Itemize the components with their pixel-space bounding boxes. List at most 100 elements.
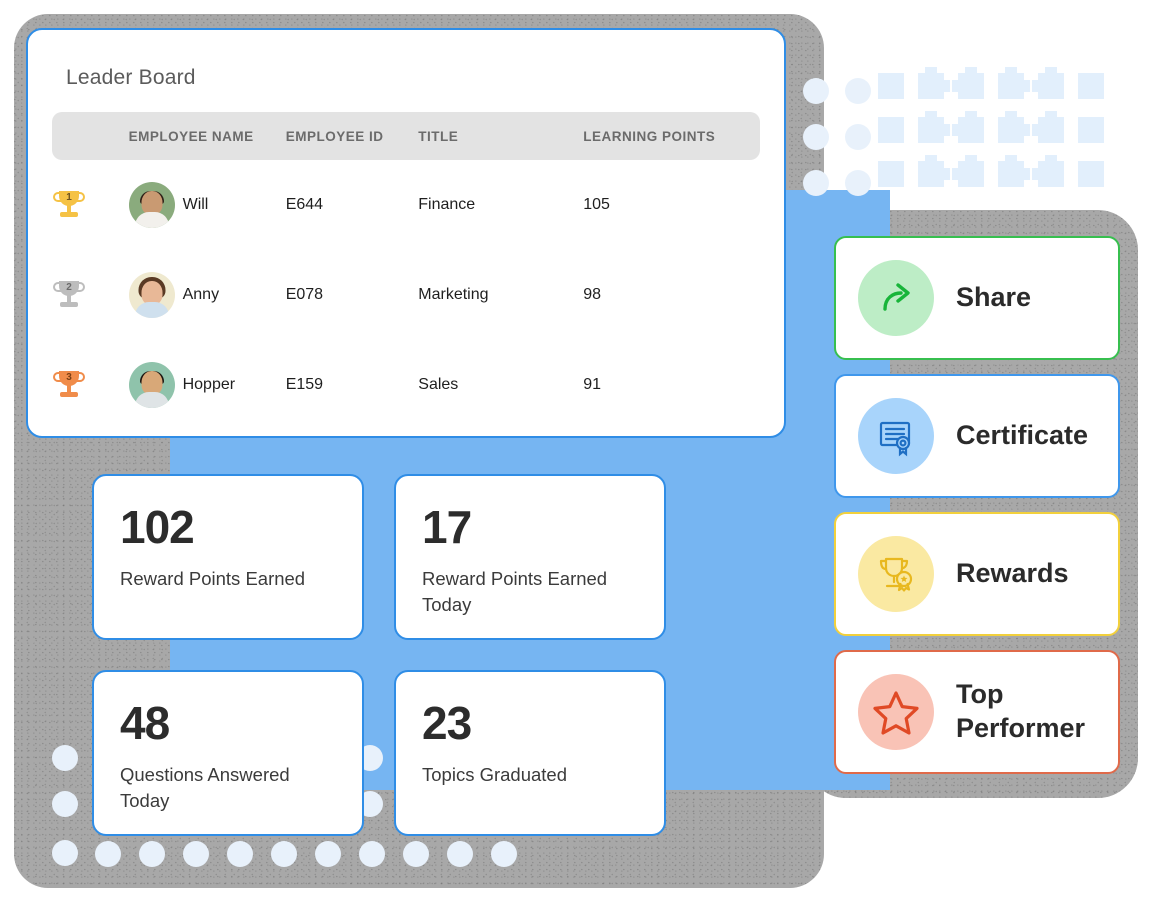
stat-value: 23 bbox=[422, 697, 472, 749]
learning-points-cell: 98 bbox=[583, 286, 602, 303]
decorative-plus-dot bbox=[878, 73, 904, 99]
rank-number: 3 bbox=[66, 372, 72, 383]
employee-id-cell: E159 bbox=[285, 376, 324, 393]
decorative-plus-dot bbox=[918, 117, 944, 143]
decor-dot bbox=[183, 841, 209, 867]
stat-value: 48 bbox=[120, 697, 170, 749]
decor-dot bbox=[315, 841, 341, 867]
employee-id-cell: E078 bbox=[285, 286, 324, 303]
learning-points-cell: 91 bbox=[583, 376, 602, 393]
decorative-plus-dot bbox=[958, 73, 984, 99]
decorative-plus-dot bbox=[1078, 117, 1104, 143]
certificate-button[interactable]: Certificate bbox=[834, 374, 1120, 498]
decor-dot bbox=[403, 841, 429, 867]
decor-dot bbox=[491, 841, 517, 867]
decorative-plus-dot bbox=[958, 117, 984, 143]
decor-dot bbox=[139, 841, 165, 867]
decorative-plus-dot bbox=[878, 161, 904, 187]
stat-card-questions-answered-today: 48 Questions Answered Today bbox=[92, 670, 364, 836]
stat-card-topics-graduated: 23 Topics Graduated bbox=[394, 670, 666, 836]
decor-dot bbox=[52, 791, 78, 817]
learning-points-cell: 105 bbox=[583, 196, 610, 213]
rank-number: 2 bbox=[66, 282, 72, 293]
table-header-employee-name: EMPLOYEE NAME bbox=[128, 128, 254, 144]
star-icon bbox=[858, 674, 934, 750]
certificate-label: Certificate bbox=[956, 420, 1089, 451]
decorative-dot-grid bbox=[878, 68, 1118, 200]
table-body: 1 Will E644 Finance 105 2 Anny E078 Marketing 98 3… bbox=[52, 160, 760, 430]
stat-card-reward-points-earned: 102 Reward Points Earned bbox=[92, 474, 364, 640]
table-header-learning-points: LEARNING POINTS bbox=[583, 128, 716, 144]
decorative-plus-dot bbox=[958, 161, 984, 187]
decorative-plus-dot bbox=[1038, 117, 1064, 143]
trophy-icon: 2 bbox=[52, 278, 86, 312]
decor-dot bbox=[845, 124, 871, 150]
share-button[interactable]: Share bbox=[834, 236, 1120, 360]
employee-name-cell: Anny bbox=[128, 272, 286, 318]
stat-label: Reward Points Earned bbox=[120, 568, 306, 589]
decorative-plus-dot bbox=[1078, 73, 1104, 99]
decor-dot bbox=[803, 170, 829, 196]
avatar bbox=[128, 362, 175, 408]
rank-cell: 3 bbox=[52, 368, 129, 402]
top-performer-label: Top Performer bbox=[956, 679, 1086, 743]
stat-value: 17 bbox=[422, 501, 472, 553]
stat-card-reward-points-today: 17 Reward Points Earned Today bbox=[394, 474, 666, 640]
decorative-plus-dot bbox=[878, 117, 904, 143]
avatar bbox=[128, 182, 175, 228]
employee-title-cell: Finance bbox=[418, 196, 476, 213]
decor-dot bbox=[95, 841, 121, 867]
rank-cell: 2 bbox=[52, 278, 129, 312]
top-performer-button[interactable]: Top Performer bbox=[834, 650, 1120, 774]
leader-board-card: Leader Board EMPLOYEE NAME EMPLOYEE ID T… bbox=[26, 28, 786, 438]
trophy-icon: 1 bbox=[52, 188, 86, 222]
decorative-plus-dot bbox=[998, 117, 1024, 143]
certificate-icon bbox=[858, 398, 934, 474]
table-header-title: TITLE bbox=[418, 128, 459, 144]
employee-name: Will bbox=[182, 196, 209, 213]
table-header-row: EMPLOYEE NAME EMPLOYEE ID TITLE LEARNING… bbox=[52, 112, 760, 160]
table-row[interactable]: 1 Will E644 Finance 105 bbox=[52, 160, 760, 250]
rank-number: 1 bbox=[66, 192, 72, 203]
table-row[interactable]: 2 Anny E078 Marketing 98 bbox=[52, 250, 760, 340]
decor-dot bbox=[271, 841, 297, 867]
employee-name: Anny bbox=[182, 286, 220, 303]
decor-dot bbox=[227, 841, 253, 867]
decor-dot bbox=[803, 78, 829, 104]
rewards-button[interactable]: Rewards bbox=[834, 512, 1120, 636]
employee-title-cell: Sales bbox=[418, 376, 459, 393]
stat-value: 102 bbox=[120, 501, 195, 553]
trophy-icon: 3 bbox=[52, 368, 86, 402]
decorative-plus-dot bbox=[918, 73, 944, 99]
dashboard-stage: Leader Board EMPLOYEE NAME EMPLOYEE ID T… bbox=[0, 0, 1170, 902]
trophy-ribbon-icon bbox=[858, 536, 934, 612]
employee-name-cell: Will bbox=[128, 182, 286, 228]
decorative-plus-dot bbox=[1078, 161, 1104, 187]
rewards-label: Rewards bbox=[956, 558, 1069, 589]
rank-cell: 1 bbox=[52, 188, 129, 222]
decorative-plus-dot bbox=[1038, 73, 1064, 99]
decorative-plus-dot bbox=[998, 161, 1024, 187]
stat-label: Questions Answered Today bbox=[120, 764, 290, 811]
avatar bbox=[128, 272, 175, 318]
decor-dot bbox=[52, 840, 78, 866]
decor-dot bbox=[447, 841, 473, 867]
stat-label: Topics Graduated bbox=[422, 764, 568, 785]
share-label: Share bbox=[956, 282, 1032, 313]
decorative-plus-dot bbox=[918, 161, 944, 187]
page-title: Leader Board bbox=[66, 66, 196, 89]
decor-dot bbox=[845, 78, 871, 104]
employee-name: Hopper bbox=[182, 376, 236, 393]
decorative-plus-dot bbox=[998, 73, 1024, 99]
employee-id-cell: E644 bbox=[285, 196, 324, 213]
decor-dot bbox=[52, 745, 78, 771]
table-header-employee-id: EMPLOYEE ID bbox=[285, 128, 384, 144]
stat-label: Reward Points Earned Today bbox=[422, 568, 608, 615]
share-arrow-icon bbox=[858, 260, 934, 336]
employee-title-cell: Marketing bbox=[418, 286, 489, 303]
decorative-plus-dot bbox=[1038, 161, 1064, 187]
decor-dot bbox=[845, 170, 871, 196]
table-row[interactable]: 3 Hopper E159 Sales 91 bbox=[52, 340, 760, 430]
decor-dot bbox=[803, 124, 829, 150]
employee-name-cell: Hopper bbox=[128, 362, 286, 408]
